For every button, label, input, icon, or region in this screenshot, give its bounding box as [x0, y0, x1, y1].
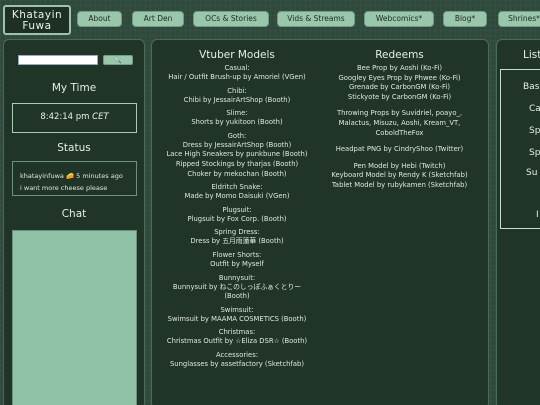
redeems-list: Bee Prop by Aoshi (Ko-Fi) Googley Eyes Pr… — [317, 64, 482, 191]
vtuber-entry: Bunnysuit: Bunnysuit by ねこのしっぽふぁくとりー (Boot… — [152, 274, 322, 302]
redeem-credit[interactable]: Headpat PNG by CindryShoo (Twitter) — [317, 145, 482, 155]
entry-credit[interactable]: Made by Momo Daisuki (VGen) — [152, 192, 322, 202]
vtuber-entry: Spring Dress: Dress by 五月雨蓮華 (Booth) — [152, 228, 322, 247]
redeem-credit[interactable]: Tablet Model by rubykamen (Sketchfab) — [317, 181, 482, 191]
search-input[interactable] — [18, 55, 98, 65]
vtuber-entry: Flower Shorts: Outfit by Myself — [152, 251, 322, 270]
entry-credit[interactable]: Plugsuit by Fox Corp. (Booth) — [152, 215, 322, 225]
site-logo[interactable]: Khatayin Fuwa — [3, 5, 71, 35]
entry-title: Plugsuit: — [222, 205, 252, 214]
entry-credit[interactable]: Swimsuit by MAAMA COSMETICS (Booth) — [152, 315, 322, 325]
search-button[interactable]: 🔍 — [103, 55, 133, 65]
entry-title: Slime: — [226, 109, 248, 118]
redeem-credit[interactable]: Stickyote by CarbonGM (Ko-Fi) — [317, 93, 482, 103]
time-zone: CET — [92, 112, 109, 122]
vtuber-entry: Slime: Shorts by yukitoon (Booth) — [152, 109, 322, 128]
nav-shrines-button[interactable]: Shrines* — [498, 11, 540, 27]
list-title: List — [523, 49, 540, 61]
status-title: Status — [57, 142, 91, 154]
redeem-credit[interactable]: Keyboard Model by Rendy K (Sketchfab) — [317, 171, 482, 181]
entry-credit[interactable]: Hair / Outfit Brush-up by Amoriel (VGen) — [152, 73, 322, 83]
logo-line-2: Fuwa — [22, 20, 52, 32]
entry-credit[interactable]: Bunnysuit by ねこのしっぽふぁくとりー — [152, 283, 322, 293]
status-text: i want more cheese please — [20, 184, 108, 192]
nav-ocs-stories-button[interactable]: OCs & Stories — [193, 11, 269, 27]
entry-credit[interactable]: Choker by mekochan (Booth) — [152, 170, 322, 180]
list-item[interactable]: Su — [526, 168, 537, 178]
list-box: Bas Ca Sp Sp Su I — [500, 69, 540, 229]
entry-credit[interactable]: Ripped Stockings by tharjas (Booth) — [152, 160, 322, 170]
redeem-credit[interactable]: Grenade by CarbonGM (Ko-Fi) — [317, 83, 482, 93]
entry-title: Goth: — [227, 131, 247, 140]
status-box: khatayinfuwa 🧀 5 minutes ago i want more… — [12, 161, 137, 196]
list-item[interactable]: Sp — [529, 126, 540, 136]
list-item[interactable]: Ca — [529, 104, 540, 114]
time-display: 8:42:14 pm CET — [12, 103, 137, 133]
redeem-group: Headpat PNG by CindryShoo (Twitter) — [317, 145, 482, 155]
entry-title: Bunnysuit: — [218, 273, 256, 282]
vtuber-entry: Chibi: Chibi by JessairArtShop (Booth) — [152, 87, 322, 106]
entry-title: Christmas: — [218, 328, 256, 337]
redeem-credit[interactable]: Googley Eyes Prop by Phwee (Ko-Fi) — [317, 74, 482, 84]
redeems-title: Redeems — [375, 49, 424, 61]
vtuber-entry: Eldritch Snake: Made by Momo Daisuki (VGe… — [152, 183, 322, 202]
entry-credit[interactable]: (Booth) — [152, 292, 322, 302]
list-item[interactable]: I — [536, 210, 539, 220]
list-item[interactable]: Sp — [529, 148, 540, 158]
entry-credit[interactable]: Dress by 五月雨蓮華 (Booth) — [152, 237, 322, 247]
entry-credit[interactable]: Shorts by yukitoon (Booth) — [152, 118, 322, 128]
vtuber-models-list: Casual: Hair / Outfit Brush-up by Amoriel… — [152, 64, 322, 370]
vtuber-entry: Swimsuit: Swimsuit by MAAMA COSMETICS (Bo… — [152, 306, 322, 325]
nav-blog-button[interactable]: Blog* — [443, 11, 487, 27]
entry-credit[interactable]: Sunglasses by assetfactory (Sketchfab) — [152, 360, 322, 370]
entry-credit[interactable]: Dress by JessairArtShop (Booth) — [152, 141, 322, 151]
entry-credit[interactable]: Christmas Outfit by ☆Eliza DSR☆ (Booth) — [152, 337, 322, 347]
list-item[interactable]: Bas — [523, 82, 539, 92]
vtuber-entry: Accessories: Sunglasses by assetfactory (… — [152, 351, 322, 370]
status-time-ago: 5 minutes ago — [76, 172, 123, 180]
redeem-credit[interactable]: Bee Prop by Aoshi (Ko-Fi) — [317, 64, 482, 74]
nav-about-button[interactable]: About — [77, 11, 122, 27]
entry-title: Swimsuit: — [220, 305, 254, 314]
redeem-credit[interactable]: Malactus, Misuzu, Aoshi, Kream_VT, — [317, 119, 482, 129]
redeem-credit[interactable]: Throwing Props by Suvidriel, poayo_, — [317, 109, 482, 119]
vtuber-entry: Christmas: Christmas Outfit by ☆Eliza DSR… — [152, 328, 322, 347]
time-value: 8:42:14 pm — [40, 112, 90, 122]
entry-title: Chibi: — [227, 86, 247, 95]
redeem-group: Throwing Props by Suvidriel, poayo_, Mala… — [317, 109, 482, 138]
vtuber-entry: Plugsuit: Plugsuit by Fox Corp. (Booth) — [152, 206, 322, 225]
cheese-emoji-icon: 🧀 — [65, 172, 75, 180]
entry-title: Accessories: — [215, 350, 259, 359]
chat-title: Chat — [61, 208, 87, 220]
redeems-column: Redeems Bee Prop by Aoshi (Ko-Fi) Googley… — [317, 49, 482, 191]
my-time-title: My Time — [51, 82, 97, 94]
nav-art-den-button[interactable]: Art Den — [132, 11, 184, 27]
status-username[interactable]: khatayinfuwa — [20, 172, 64, 180]
entry-credit[interactable]: Chibi by JessairArtShop (Booth) — [152, 96, 322, 106]
credits-panel: Vtuber Models Casual: Hair / Outfit Brush… — [151, 39, 489, 405]
entry-credit[interactable]: Outfit by Myself — [152, 260, 322, 270]
vtuber-entry: Goth: Dress by JessairArtShop (Booth) Lace… — [152, 132, 322, 179]
vtuber-entry: Casual: Hair / Outfit Brush-up by Amoriel… — [152, 64, 322, 83]
vtuber-models-title: Vtuber Models — [199, 49, 275, 61]
entry-title: Spring Dress: — [214, 228, 260, 237]
nav-webcomics-button[interactable]: Webcomics* — [364, 11, 434, 27]
entry-title: Eldritch Snake: — [211, 183, 263, 192]
search-icon: 🔍 — [114, 57, 122, 64]
redeem-credit[interactable]: CoboldTheFox — [317, 129, 482, 139]
nav-vids-streams-button[interactable]: Vids & Streams — [277, 11, 355, 27]
redeem-group: Pen Model by Hebi (Twitch) Keyboard Model… — [317, 162, 482, 191]
redeem-group: Bee Prop by Aoshi (Ko-Fi) Googley Eyes Pr… — [317, 64, 482, 102]
entry-title: Casual: — [224, 64, 250, 72]
vtuber-models-column: Vtuber Models Casual: Hair / Outfit Brush… — [152, 49, 322, 370]
redeem-credit[interactable]: Pen Model by Hebi (Twitch) — [317, 162, 482, 172]
chat-box[interactable] — [12, 230, 137, 405]
entry-title: Flower Shorts: — [212, 250, 262, 259]
entry-credit[interactable]: Lace High Sneakers by punkbune (Booth) — [152, 150, 322, 160]
